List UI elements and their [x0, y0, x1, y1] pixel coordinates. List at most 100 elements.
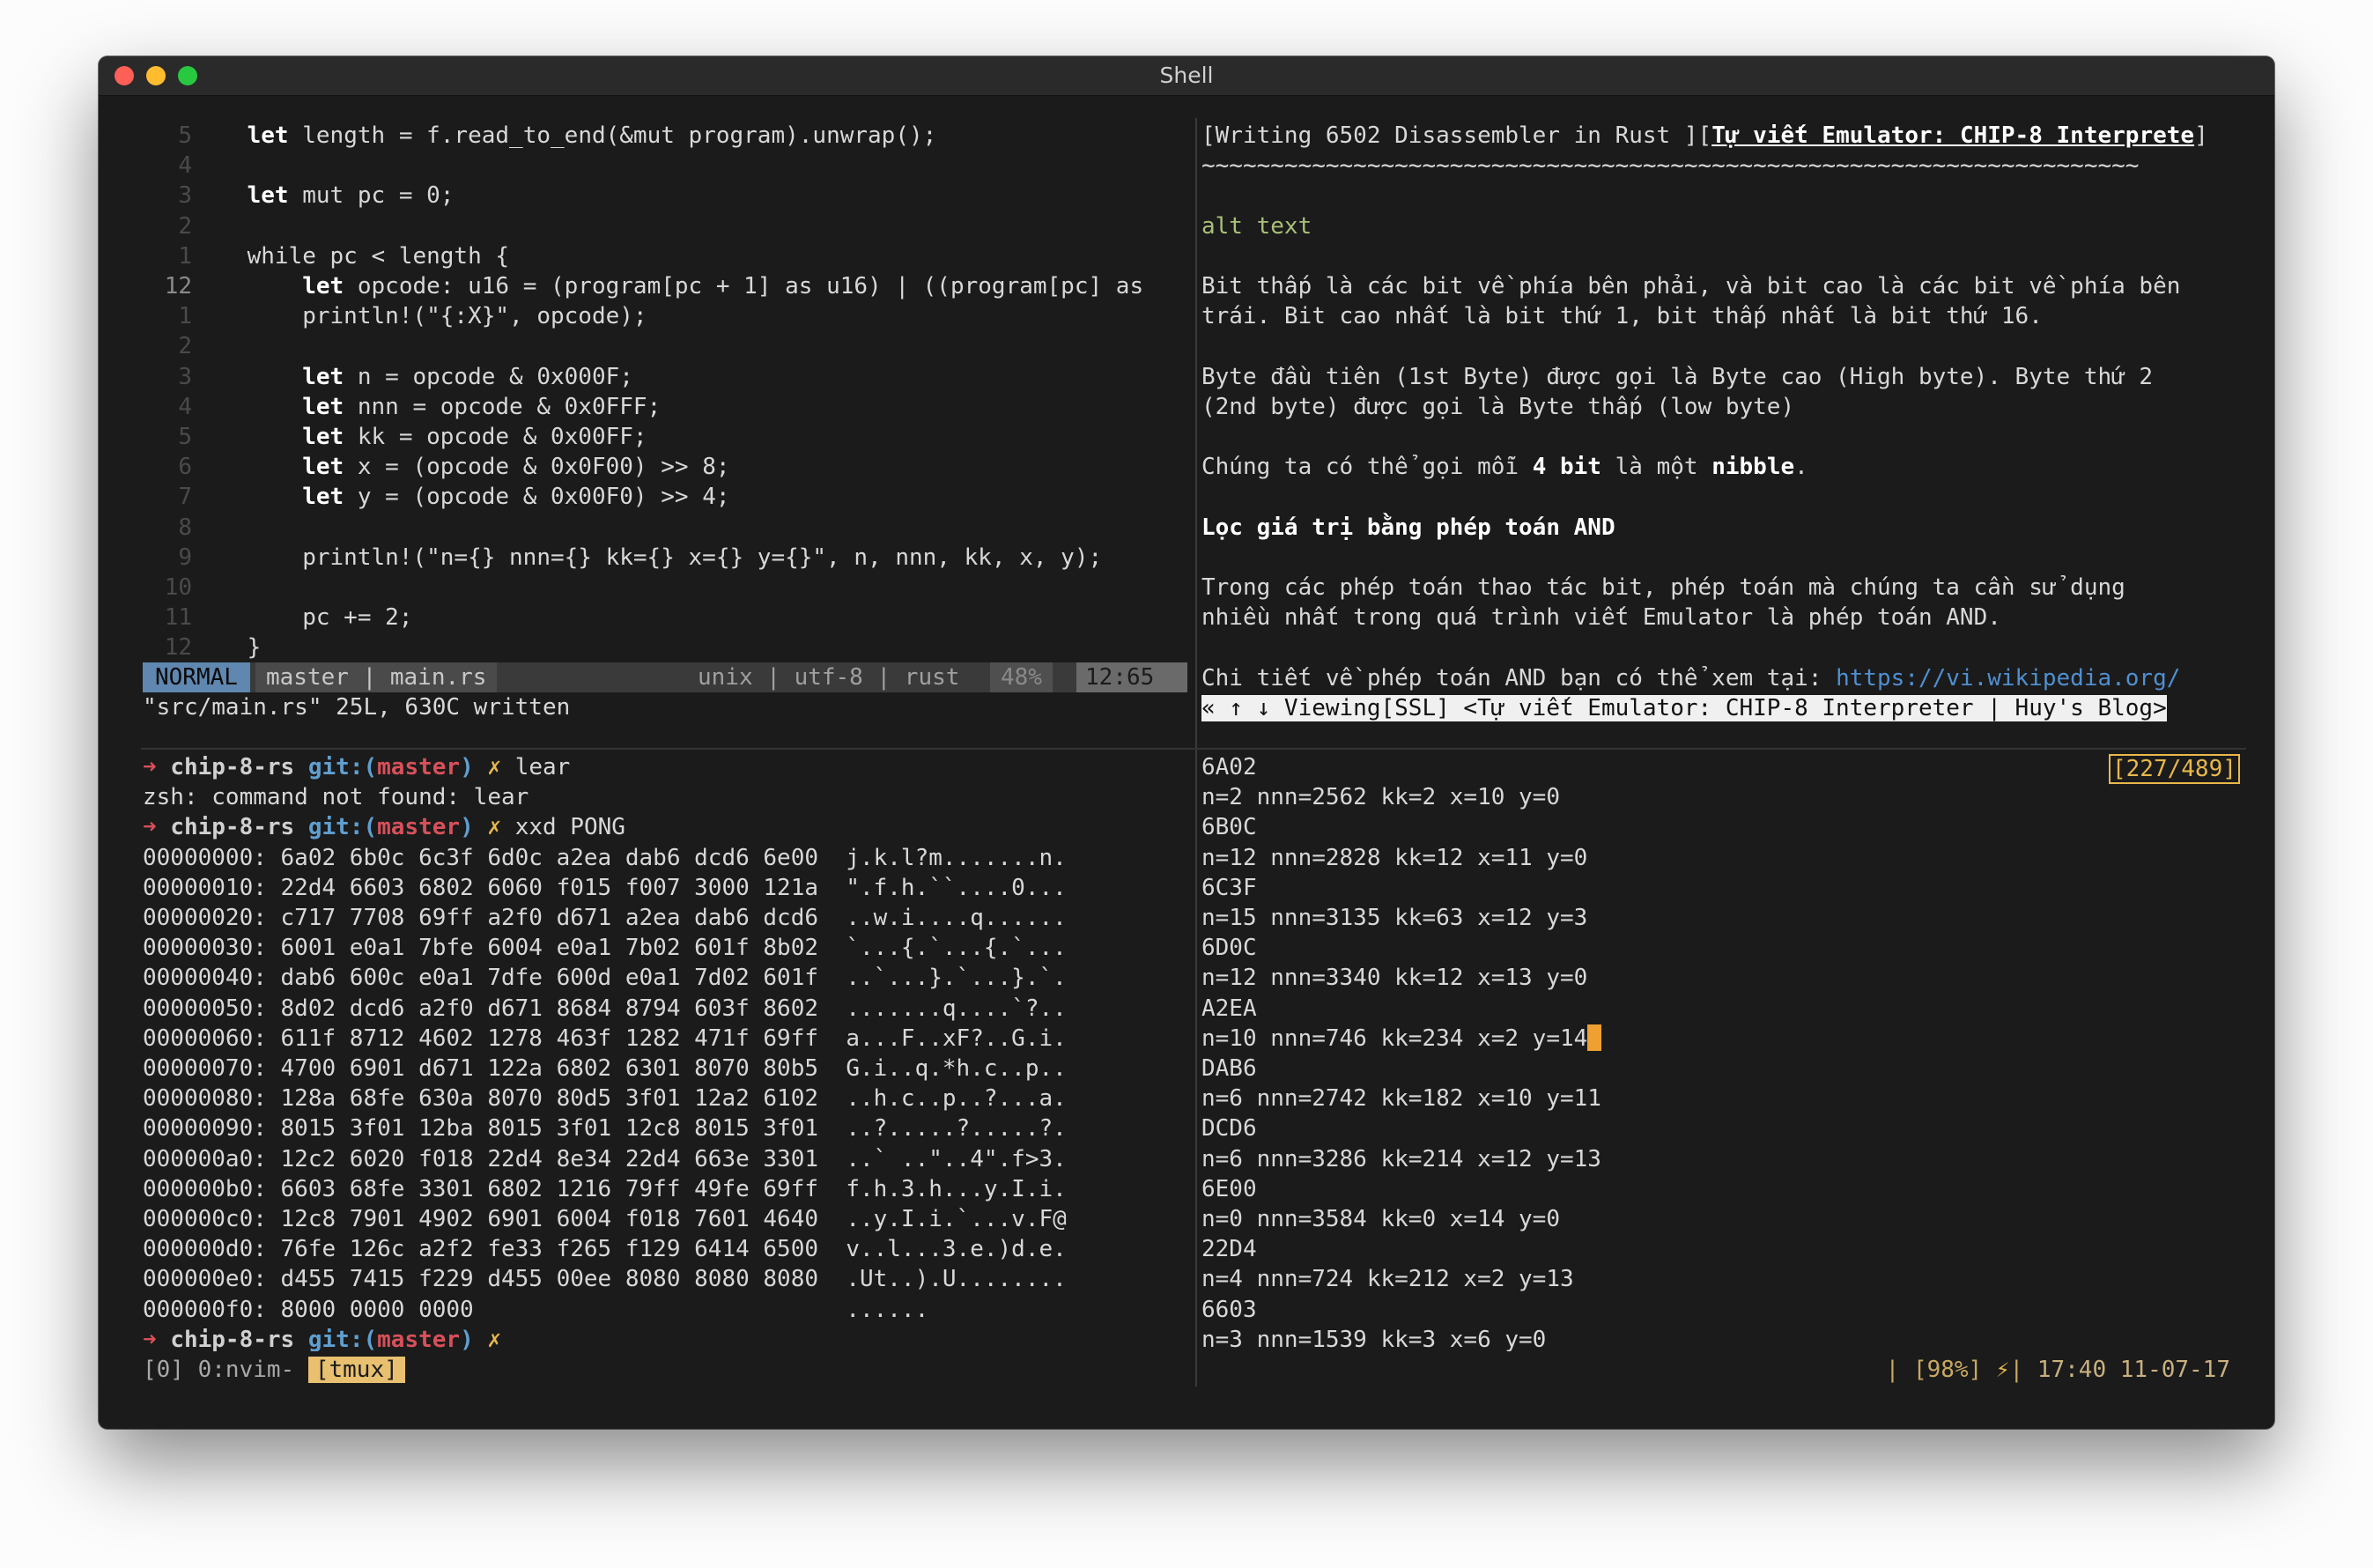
hexdump-line: 000000d0: 76fe 126c a2f2 fe33 f265 f129 … [143, 1236, 1067, 1263]
prompt-arrow-icon: ➜ [143, 814, 157, 841]
paragraph: nhiều nhất trong quá trình viết Emulator… [1201, 604, 2001, 632]
editor-line: 8 [143, 513, 1191, 543]
output-text: n=3 nnn=1539 kk=3 x=6 y=0 [1201, 1326, 1547, 1351]
keyword: let [302, 484, 344, 511]
hexdump-line: 000000e0: d455 7415 f229 d455 00ee 8080 … [143, 1266, 1067, 1293]
program-output-pane[interactable]: 6A02 n=2 nnn=2562 kk=2 x=10 y=0 6B0C n=12 n… [1201, 752, 2082, 1351]
line-number: 4 [178, 152, 192, 180]
vim-message-line: "src/main.rs" 25L, 630C written [143, 694, 571, 721]
browser-tab-bracket: ] [2194, 122, 2208, 149]
browser-statusline: « ↑ ↓ Viewing[SSL] <Tự viết Emulator: CH… [1201, 693, 2246, 723]
text-browser-pane[interactable]: [Writing 6502 Disassembler in Rust ][Tự … [1201, 121, 2246, 737]
output-line: n=12 nnn=2828 kk=12 x=11 y=0 [1201, 843, 2082, 873]
tmux-active-window[interactable]: [tmux] [307, 1357, 405, 1383]
keyword: let [302, 363, 344, 390]
line-number: 2 [178, 333, 192, 360]
code-text: let length = f.read_to_end(&mut program)… [247, 122, 937, 149]
hexdump-line: 000000c0: 12c8 7901 4902 6901 6004 f018 … [143, 1206, 1067, 1233]
output-line: n=4 nnn=724 kk=212 x=2 y=13 [1201, 1264, 2082, 1294]
browser-status-text: « ↑ ↓ Viewing[SSL] <Tự viết Emulator: CH… [1201, 694, 2167, 721]
bolt-icon: ⚡ [1995, 1357, 2010, 1383]
editor-line: 4 [143, 151, 1191, 181]
line-number: 3 [178, 182, 192, 210]
line-number: 5 [178, 122, 192, 149]
title-bar: Shell [99, 56, 2274, 96]
editor-line: 10 [143, 573, 1191, 603]
editor-line: 1 while pc < length { [143, 241, 1191, 271]
tmux-status-left: [0] 0:nvim- [tmux] [143, 1355, 405, 1385]
dirty-icon: ✗ [487, 754, 502, 780]
code-text: while pc < length { [192, 242, 510, 270]
paragraph: Bit thấp là các bit về phía bên phải, và… [1201, 273, 2181, 300]
prompt-paren: ( [363, 1326, 378, 1351]
hexdump-line: 00000070: 4700 6901 d671 122a 6802 6301 … [143, 1055, 1067, 1083]
shell-prompt-line: ➜ chip-8-rs git:(master) ✗ lear [143, 752, 1191, 782]
vim-percent: 48% [990, 662, 1053, 692]
tmux-bar: | [2009, 1357, 2037, 1383]
vim-branch-file: master | main.rs [255, 662, 498, 692]
output-line: 6A02 [1201, 752, 2082, 782]
vim-editor-pane[interactable]: 5 let length = f.read_to_end(&mut progra… [143, 121, 1191, 662]
editor-line: 3 let n = opcode & 0x000F; [143, 362, 1191, 392]
code-text: let x = (opcode & 0x0F00) >> 8; [302, 454, 730, 481]
editor-line: 5 let length = f.read_to_end(&mut progra… [143, 121, 1191, 151]
output-line: n=10 nnn=746 kk=234 x=2 y=14 [1201, 1024, 2082, 1054]
vim-mode-indicator: NORMAL [143, 662, 250, 692]
output-text: 6603 [1201, 1296, 1257, 1323]
pane-divider-vertical[interactable] [1195, 118, 1197, 1387]
scroll-counter: [227/489] [2109, 754, 2240, 784]
hexdump-line: 00000040: dab6 600c e0a1 7dfe 600d e0a1 … [143, 965, 1067, 992]
line-number: 12 [164, 273, 192, 300]
clock: 17:40 11-07-17 [2037, 1357, 2230, 1383]
output-line: n=15 nnn=3135 kk=63 x=12 y=3 [1201, 903, 2082, 933]
output-line: n=0 nnn=3584 kk=0 x=14 y=0 [1201, 1204, 2082, 1234]
output-text: n=2 nnn=2562 kk=2 x=10 y=0 [1201, 784, 1560, 811]
text: Chúng ta có thể gọi mỗi [1201, 454, 1533, 481]
line-number: 6 [178, 454, 192, 481]
hexdump-line: 00000090: 8015 3f01 12ba 8015 3f01 12c8 … [143, 1115, 1067, 1143]
hexdump-line: 00000030: 6001 e0a1 7bfe 6004 e0a1 7b02 … [143, 935, 1067, 962]
paragraph: trái. Bit cao nhất là bit thứ 1, bit thấ… [1201, 303, 2043, 330]
output-line: n=6 nnn=3286 kk=214 x=12 y=13 [1201, 1144, 2082, 1174]
keyword: let [247, 122, 289, 149]
window-title: Shell [1159, 63, 1214, 88]
editor-line: 4 let nnn = opcode & 0x0FFF; [143, 392, 1191, 422]
code-text: } [192, 634, 262, 662]
shell-command: lear [514, 754, 571, 780]
output-text: n=6 nnn=3286 kk=214 x=12 y=13 [1201, 1145, 1601, 1172]
wikipedia-link[interactable]: https://vi.wikipedia.org/ [1836, 665, 2180, 692]
pane-divider-horizontal[interactable] [141, 748, 2246, 750]
output-text: n=15 nnn=3135 kk=63 x=12 y=3 [1201, 905, 1588, 932]
hexdump-line: 000000b0: 6603 68fe 3301 6802 1216 79ff … [143, 1175, 1067, 1202]
line-number: 2 [178, 212, 192, 240]
output-text: n=6 nnn=2742 kk=182 x=10 y=11 [1201, 1085, 1601, 1113]
shell-pane[interactable]: ➜ chip-8-rs git:(master) ✗ lear zsh: comm… [143, 752, 1191, 1351]
prompt-dir: chip-8-rs [170, 754, 295, 780]
line-number: 9 [178, 544, 192, 571]
output-line: 6C3F [1201, 873, 2082, 903]
editor-line: 1 println!("{:X}", opcode); [143, 301, 1191, 331]
output-line: 6D0C [1201, 933, 2082, 963]
hexdump-line: 00000060: 611f 8712 4602 1278 463f 1282 … [143, 1024, 1067, 1052]
image-alt-text: alt text [1201, 212, 1312, 240]
bold-text: 4 bit [1532, 454, 1601, 481]
output-text: n=12 nnn=2828 kk=12 x=11 y=0 [1201, 844, 1588, 871]
bold-text: nibble [1711, 454, 1795, 481]
output-line: n=12 nnn=3340 kk=12 x=13 y=0 [1201, 963, 2082, 993]
keyword: let [302, 424, 344, 451]
browser-tabs: [Writing 6502 Disassembler in Rust ][Tự … [1201, 121, 2246, 151]
browser-tab-active[interactable]: Tự viết Emulator: CHIP-8 Interprete [1711, 122, 2194, 149]
output-text: n=4 nnn=724 kk=212 x=2 y=13 [1201, 1266, 1574, 1293]
line-number: 5 [178, 424, 192, 451]
title-rule: ~~~~~~~~~~~~~~~~~~~~~~~~~~~~~~~~~~~~~~~~… [1201, 152, 2140, 180]
editor-line: 5 let kk = opcode & 0x00FF; [143, 422, 1191, 452]
output-text: n=0 nnn=3584 kk=0 x=14 y=0 [1201, 1206, 1560, 1233]
editor-line: 11 pc += 2; [143, 603, 1191, 632]
prompt-dir: chip-8-rs [170, 814, 295, 841]
output-line: 6E00 [1201, 1174, 2082, 1204]
